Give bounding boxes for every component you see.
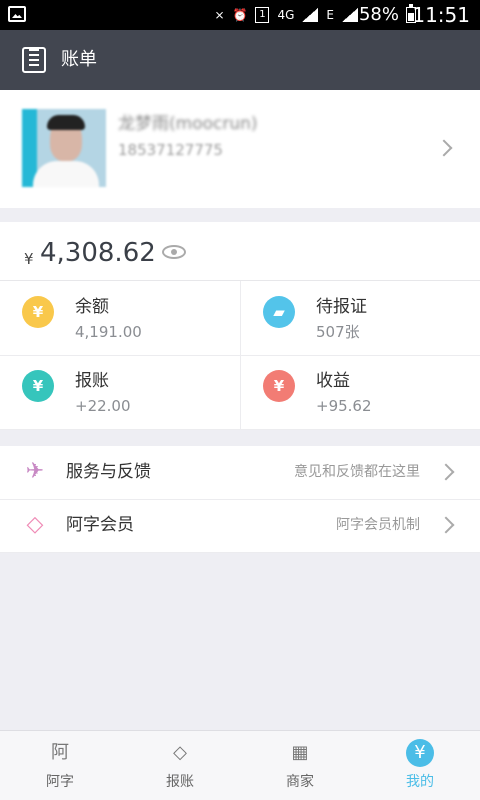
menu-hint: 阿字会员机制 [336,517,420,533]
status-icons: ⨯ ⏰ 1 4G E [214,7,358,23]
a-zi-icon: 阿 [51,742,69,763]
settings-menu: ✈ 服务与反馈 意见和反馈都在这里 ◇ 阿字会员 阿字会员机制 [0,446,480,553]
ticket-icon: ▰ [263,296,295,328]
stat-reimbursement[interactable]: ¥ 报账 +22.00 [0,355,240,430]
avatar-shirt [33,161,99,187]
stat-label: 报账 [75,371,109,391]
profile-card[interactable]: 龙梦雨(moocrun) 18537127775 [0,90,480,208]
chevron-right-icon [435,139,453,157]
tab-label: 阿字 [46,774,74,790]
balance-amount: 4,308.62 [40,238,156,268]
status-bar: ⨯ ⏰ 1 4G E 58% 11:51 [0,0,480,30]
clock: 11:51 [412,3,470,27]
paper-plane-icon: ✈ [25,459,45,484]
stat-value: +22.00 [75,397,131,415]
tab-reimbursement[interactable]: ◇ 报账 [120,739,240,795]
stat-label: 余额 [75,297,109,317]
tab-label: 商家 [286,774,314,790]
gallery-icon [8,6,26,22]
page-title: 账单 [61,49,97,70]
receipt-icon: ¥ [22,370,54,402]
stat-value: 507张 [316,323,360,341]
menu-label: 阿字会员 [66,515,134,535]
stat-value: +95.62 [316,397,372,415]
alarm-icon: ⏰ [232,8,248,22]
tab-merchant[interactable]: ▦ 商家 [240,739,360,795]
mute-icon: ⨯ [214,8,225,22]
tab-azi[interactable]: 阿 阿字 [0,739,120,795]
yen-icon: ¥ [22,296,54,328]
signal-icon [302,8,319,22]
stat-label: 待报证 [316,297,367,317]
profile-phone: 18537127775 [118,141,223,159]
layers-icon: ◇ [173,742,187,763]
diamond-icon: ◇ [26,512,44,537]
signal-strength-icon [342,8,358,22]
membership-row[interactable]: ◇ 阿字会员 阿字会员机制 [0,499,480,553]
avatar-hair [47,115,85,130]
my-icon: ¥ [406,739,434,767]
service-feedback-row[interactable]: ✈ 服务与反馈 意见和反馈都在这里 [0,446,480,500]
stat-balance[interactable]: ¥ 余额 4,191.00 [0,281,240,356]
stat-label: 收益 [316,371,350,391]
bottom-tab-bar: 阿 阿字 ◇ 报账 ▦ 商家 ¥ 我的 [0,730,480,800]
currency-symbol: ¥ [24,250,34,268]
income-icon: ¥ [263,370,295,402]
chevron-right-icon [437,463,455,481]
stat-pending-receipts[interactable]: ▰ 待报证 507张 [240,281,480,356]
network-extra-icon: E [326,8,334,22]
menu-hint: 意见和反馈都在这里 [294,464,420,480]
tab-label: 报账 [166,774,194,790]
profile-name: 龙梦雨(moocrun) [118,114,258,134]
sim-icon: 1 [255,7,270,23]
menu-label: 服务与反馈 [66,462,151,482]
bill-icon[interactable] [22,47,46,73]
battery-percentage: 58% [358,4,399,25]
total-balance: ¥ 4,308.62 [0,222,480,281]
chevron-right-icon [437,516,455,534]
shop-icon: ▦ [291,742,309,763]
tab-label: 我的 [406,774,434,790]
avatar [22,109,106,187]
app-header: 账单 [0,30,480,90]
tab-my[interactable]: ¥ 我的 [360,739,480,795]
stat-value: 4,191.00 [75,323,142,341]
stats-grid: ¥ 余额 4,191.00 ▰ 待报证 507张 ¥ 报账 +22.00 ¥ 收… [0,281,480,430]
eye-icon[interactable] [162,245,186,259]
network-icon: 4G [277,8,295,22]
stat-income[interactable]: ¥ 收益 +95.62 [240,355,480,430]
